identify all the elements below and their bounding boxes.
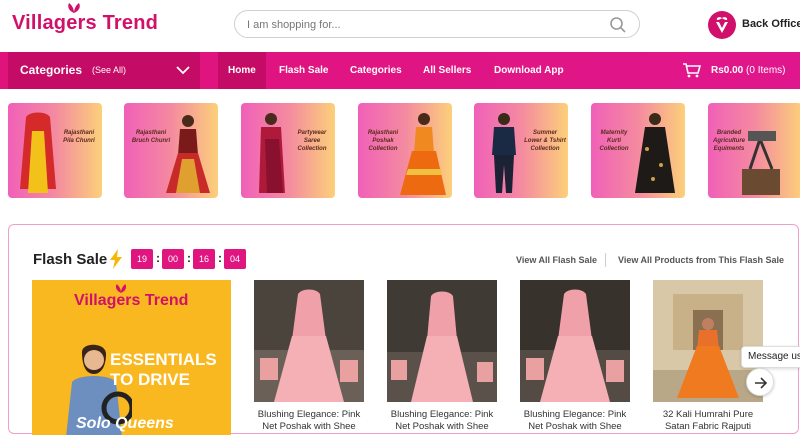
timer-seconds: 16 [193, 249, 215, 269]
leaf-icon [115, 284, 127, 293]
product-card[interactable]: Blushing Elegance: Pink Net Poshak with … [254, 280, 364, 433]
model-figure [20, 112, 56, 193]
category-card[interactable]: Rajasthani Poshak Collection [358, 103, 452, 198]
flash-sale-section: Flash Sale 19 : 00 : 16 : 04 View All Fl… [8, 224, 799, 435]
category-label: Rajasthani Bruch Chunri [131, 130, 171, 144]
flash-sale-title: Flash Sale [33, 251, 108, 268]
category-card[interactable]: Maternity Kurti Collection [591, 103, 685, 198]
nav-item-home[interactable]: Home [218, 52, 266, 89]
model-figure [400, 113, 446, 195]
product-name: Blushing Elegance: Pink Net Poshak with … [523, 409, 627, 432]
category-label: Rajasthani Pila Chunri [63, 130, 95, 144]
product-image [387, 280, 497, 402]
product-name: Blushing Elegance: Pink Net Poshak with … [390, 409, 494, 432]
product-name: 32 Kali Humrahi Pure Satan Fabric Rajput… [662, 409, 754, 432]
carousel-next-button[interactable] [746, 368, 774, 396]
timer-hours: 19 [131, 249, 153, 269]
logo[interactable]: Villagers Trend [12, 3, 159, 35]
logo-text: Villagers Trend [12, 12, 159, 34]
nav-item-all-sellers[interactable]: All Sellers [413, 52, 481, 89]
promo-tagline: Solo Queens [76, 415, 174, 432]
promo-brand: Villagers Trend [74, 292, 189, 309]
product-image [254, 280, 364, 402]
header: Villagers Trend Back Office [0, 0, 800, 52]
view-all-flash-sale-link[interactable]: View All Flash Sale [516, 255, 597, 265]
promo-logo: Villagers Trend [74, 284, 189, 310]
link-divider [605, 253, 606, 267]
nav-item-flash-sale[interactable]: Flash Sale [269, 52, 338, 89]
model-figure [492, 113, 516, 193]
timer-minutes: 00 [162, 249, 184, 269]
promo-headline-line-2: TO DRIVE [110, 370, 190, 389]
category-card[interactable]: Branded Agriculture Equiments [708, 103, 800, 198]
search-bar [234, 10, 640, 38]
cart-items: (0 Items) [746, 65, 786, 76]
message-us-button[interactable]: Message us [741, 346, 800, 368]
category-card[interactable]: Summer Lower & Tshirt Collection [474, 103, 568, 198]
nav-item-download-app[interactable]: Download App [484, 52, 574, 89]
promo-banner[interactable]: Villagers Trend ESSENTIALS TO DRIVE Solo… [32, 280, 231, 435]
category-card[interactable]: Partywear Saree Collection [241, 103, 335, 198]
search-input[interactable] [247, 16, 607, 34]
category-carousel: Rajasthani Pila Chunri Rajasthani Bruch … [0, 103, 800, 199]
timer-subseconds: 04 [224, 249, 246, 269]
category-label: Branded Agriculture Equiments [712, 130, 745, 152]
category-card[interactable]: Rajasthani Bruch Chunri [124, 103, 218, 198]
category-label: Rajasthani Poshak Collection [367, 130, 399, 152]
cart-icon[interactable] [683, 63, 701, 78]
product-image [520, 280, 630, 402]
model-figure [635, 113, 675, 193]
product-card[interactable]: Blushing Elegance: Pink Net Poshak with … [387, 280, 497, 433]
model-figure [166, 115, 210, 193]
promo-headline: ESSENTIALS TO DRIVE [110, 350, 217, 390]
chevron-down-icon [176, 66, 190, 75]
back-office-label: Back Office [742, 18, 800, 30]
search-icon[interactable] [609, 16, 627, 34]
category-label: Maternity Kurti Collection [599, 130, 629, 152]
categories-label: Categories [20, 63, 83, 77]
main-nav: Categories (See All) Home Flash Sale Cat… [0, 52, 800, 89]
nav-item-categories[interactable]: Categories [340, 52, 412, 89]
arrow-right-icon [755, 377, 768, 389]
lightning-icon [110, 249, 122, 269]
cart-amount: Rs0.00 [711, 65, 744, 76]
product-name: Blushing Elegance: Pink Net Poshak with … [257, 409, 361, 432]
category-label: Partywear Saree Collection [297, 130, 327, 152]
view-all-products-link[interactable]: View All Products from This Flash Sale [618, 255, 784, 265]
category-label: Summer Lower & Tshirt Collection [524, 130, 566, 152]
category-card[interactable]: Rajasthani Pila Chunri [8, 103, 102, 198]
promo-headline-line-1: ESSENTIALS [110, 350, 217, 369]
categories-dropdown[interactable]: Categories (See All) [8, 52, 200, 89]
leaf-icon [68, 3, 80, 13]
product-card[interactable]: Blushing Elegance: Pink Net Poshak with … [520, 280, 630, 433]
model-figure [259, 113, 285, 193]
back-office-icon [708, 11, 736, 39]
cart-summary[interactable]: Rs0.00 (0 Items) [711, 65, 785, 76]
see-all-link[interactable]: (See All) [92, 65, 126, 75]
